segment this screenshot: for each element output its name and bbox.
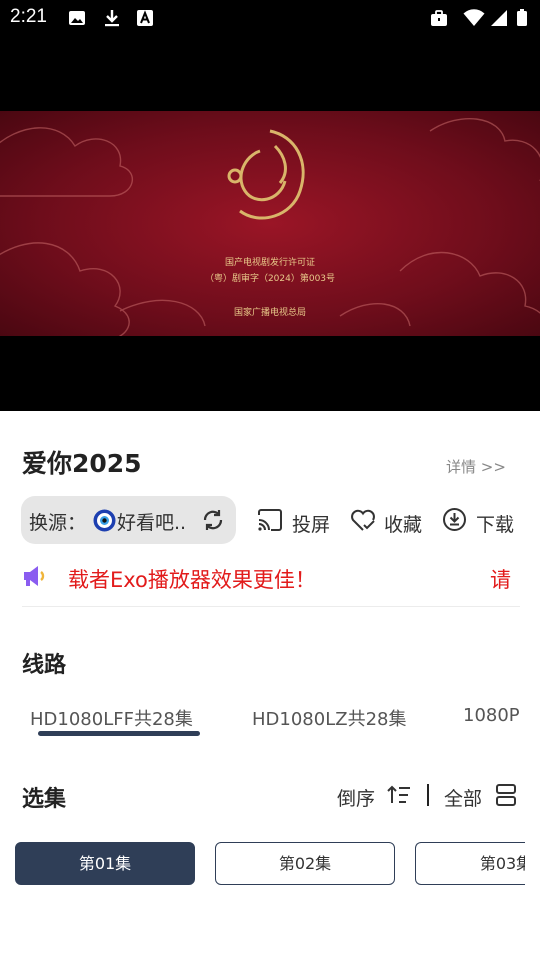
cast-label: 投屏 (292, 514, 331, 536)
episodes-title: 选集 (22, 787, 67, 812)
download-notification-icon (105, 10, 119, 27)
grid-list-icon (496, 784, 516, 806)
page-title: 爱你2025 (22, 449, 142, 478)
favorite-button[interactable]: 收藏 (349, 506, 429, 536)
notice-marquee: 载者Exo播放器效果更佳！ 请 (22, 560, 520, 594)
cast-icon (258, 509, 282, 531)
wifi-icon (463, 9, 485, 26)
battery-icon (517, 9, 527, 26)
refresh-icon[interactable] (201, 508, 225, 532)
status-time: 2:21 (10, 6, 47, 27)
source-label: 换源： (29, 512, 87, 534)
evil-eye-icon (93, 509, 116, 532)
reverse-order-label: 倒序 (337, 788, 376, 810)
separator (427, 784, 429, 806)
all-episodes-button[interactable]: 全部 (444, 780, 524, 810)
source-value: 好看吧.. (117, 512, 187, 534)
all-episodes-label: 全部 (444, 788, 483, 810)
notice-next-text: 请 (490, 568, 511, 592)
video-player[interactable]: 国产电视剧发行许可证 （粤）剧审字（2024）第003号 国家广播电视总局 (0, 36, 540, 411)
route-active-indicator (38, 731, 200, 736)
episode-label: 第03集 (479, 854, 525, 873)
emblem-logo (227, 129, 305, 220)
episode-label: 第01集 (78, 854, 132, 873)
cast-button[interactable]: 投屏 (256, 506, 336, 536)
details-link[interactable]: 详情 >> (446, 456, 506, 477)
download-label: 下载 (476, 514, 515, 536)
image-notification-icon (69, 11, 85, 25)
route-tab-3[interactable]: 1080P (463, 705, 520, 726)
episode-button-3[interactable]: 第03集 (415, 842, 525, 885)
download-button[interactable]: 下载 (442, 506, 522, 536)
notice-text: 载者Exo播放器效果更佳！ (68, 568, 316, 592)
sort-icon (387, 785, 410, 803)
source-switcher[interactable]: 换源： 好看吧.. (21, 496, 236, 544)
font-notification-icon (137, 10, 153, 26)
poster-line-2: （粤）剧审字（2024）第003号 (204, 274, 336, 284)
routes-title: 线路 (22, 653, 67, 678)
route-tab-1[interactable]: HD1080LFF共28集 (30, 705, 193, 731)
reverse-order-button[interactable]: 倒序 (336, 780, 416, 810)
episode-button-2[interactable]: 第02集 (215, 842, 395, 885)
signal-icon (491, 10, 507, 26)
divider (22, 606, 520, 607)
poster-line-1: 国产电视剧发行许可证 (224, 258, 315, 268)
megaphone-icon (24, 566, 45, 586)
status-bar: 2:21 (0, 0, 540, 36)
route-tab-2[interactable]: HD1080LZ共28集 (252, 705, 406, 731)
heart-check-icon (351, 509, 375, 531)
download-icon (443, 508, 466, 531)
episode-button-1[interactable]: 第01集 (15, 842, 195, 885)
episode-label: 第02集 (278, 854, 332, 873)
work-profile-icon (431, 10, 447, 26)
video-poster: 国产电视剧发行许可证 （粤）剧审字（2024）第003号 国家广播电视总局 (0, 111, 540, 336)
favorite-label: 收藏 (384, 514, 423, 536)
poster-line-3: 国家广播电视总局 (233, 308, 306, 318)
